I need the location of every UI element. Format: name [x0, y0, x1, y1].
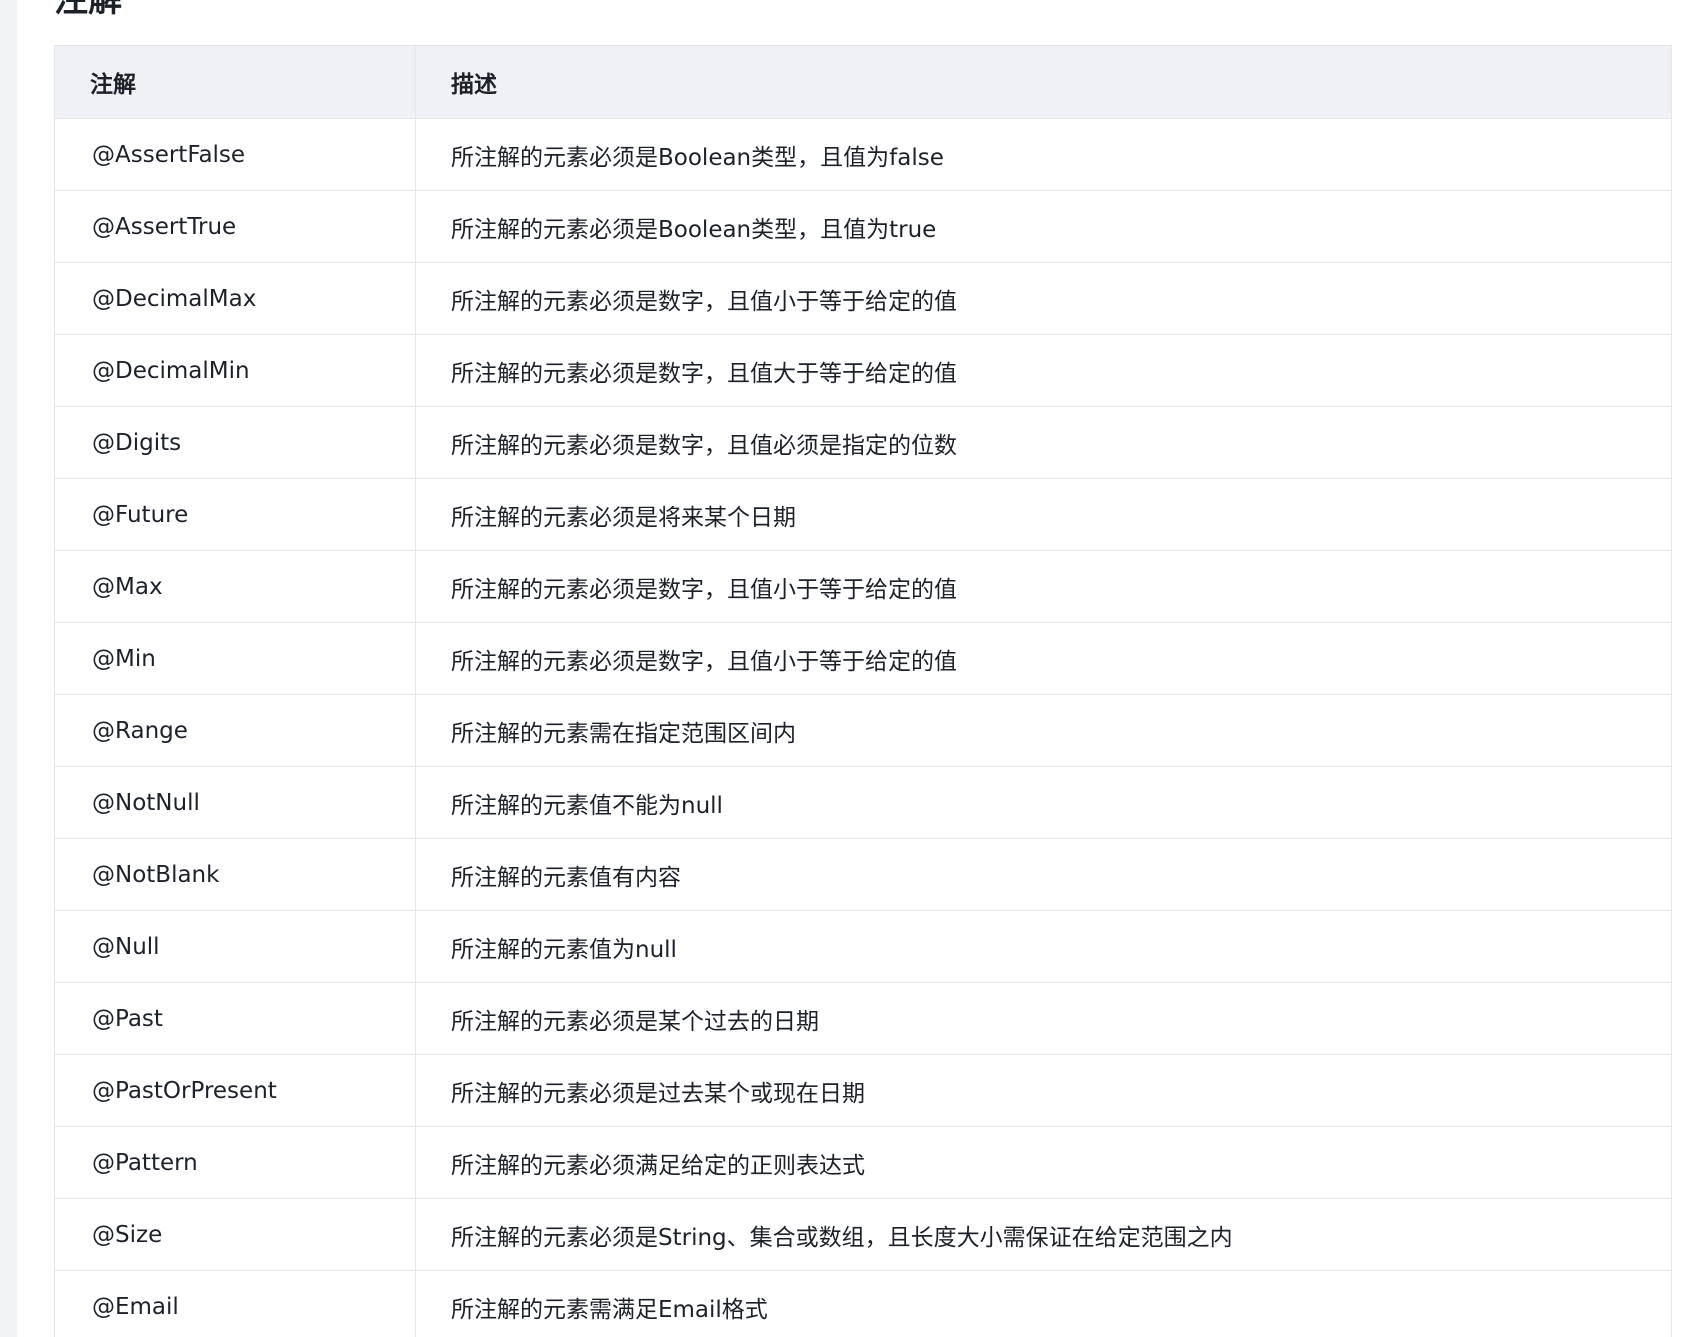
column-header-description: 描述 — [415, 45, 1672, 119]
description-cell: 所注解的元素必须是数字，且值小于等于给定的值 — [415, 550, 1672, 623]
annotation-cell: @DecimalMax — [54, 262, 416, 335]
description-cell: 所注解的元素必须是过去某个或现在日期 — [415, 1054, 1672, 1127]
table-row: @Email 所注解的元素需满足Email格式 — [54, 1270, 1672, 1337]
table-row: @PastOrPresent 所注解的元素必须是过去某个或现在日期 — [54, 1054, 1672, 1127]
annotation-table-container: 注解 描述 @AssertFalse 所注解的元素必须是Boolean类型，且值为… — [54, 45, 1672, 1337]
annotation-cell: @AssertFalse — [54, 118, 416, 191]
table-row: @NotNull 所注解的元素值不能为null — [54, 766, 1672, 839]
description-cell: 所注解的元素必须是数字，且值必须是指定的位数 — [415, 406, 1672, 479]
description-cell: 所注解的元素需满足Email格式 — [415, 1270, 1672, 1337]
description-cell: 所注解的元素必须满足给定的正则表达式 — [415, 1126, 1672, 1199]
table-header-row: 注解 描述 — [54, 45, 1672, 119]
description-cell: 所注解的元素必须是将来某个日期 — [415, 478, 1672, 551]
description-cell: 所注解的元素必须是某个过去的日期 — [415, 982, 1672, 1055]
annotation-cell: @Pattern — [54, 1126, 416, 1199]
column-header-annotation: 注解 — [54, 45, 416, 119]
table-row: @NotBlank 所注解的元素值有内容 — [54, 838, 1672, 911]
table-row: @DecimalMin 所注解的元素必须是数字，且值大于等于给定的值 — [54, 334, 1672, 407]
annotation-cell: @Past — [54, 982, 416, 1055]
annotation-cell: @NotNull — [54, 766, 416, 839]
description-cell: 所注解的元素值有内容 — [415, 838, 1672, 911]
table-row: @Null 所注解的元素值为null — [54, 910, 1672, 983]
annotation-cell: @PastOrPresent — [54, 1054, 416, 1127]
description-cell: 所注解的元素值不能为null — [415, 766, 1672, 839]
annotation-cell: @DecimalMin — [54, 334, 416, 407]
table-row: @Min 所注解的元素必须是数字，且值小于等于给定的值 — [54, 622, 1672, 695]
annotation-cell: @Max — [54, 550, 416, 623]
annotation-cell: @Future — [54, 478, 416, 551]
description-cell: 所注解的元素必须是数字，且值小于等于给定的值 — [415, 262, 1672, 335]
description-cell: 所注解的元素必须是Boolean类型，且值为false — [415, 118, 1672, 191]
annotation-cell: @AssertTrue — [54, 190, 416, 263]
table-row: @Range 所注解的元素需在指定范围区间内 — [54, 694, 1672, 767]
annotation-cell: @Digits — [54, 406, 416, 479]
section-heading: 注解 — [54, 0, 122, 20]
document-page: 注解 注解 描述 @AssertFalse 所注解的元素必须是Boolean类型，… — [17, 0, 1698, 1337]
description-cell: 所注解的元素需在指定范围区间内 — [415, 694, 1672, 767]
table-row: @AssertFalse 所注解的元素必须是Boolean类型，且值为false — [54, 118, 1672, 191]
table-row: @AssertTrue 所注解的元素必须是Boolean类型，且值为true — [54, 190, 1672, 263]
table-row: @Digits 所注解的元素必须是数字，且值必须是指定的位数 — [54, 406, 1672, 479]
annotation-cell: @Range — [54, 694, 416, 767]
description-cell: 所注解的元素必须是数字，且值大于等于给定的值 — [415, 334, 1672, 407]
table-row: @Future 所注解的元素必须是将来某个日期 — [54, 478, 1672, 551]
annotation-cell: @Min — [54, 622, 416, 695]
table-row: @Past 所注解的元素必须是某个过去的日期 — [54, 982, 1672, 1055]
table-row: @DecimalMax 所注解的元素必须是数字，且值小于等于给定的值 — [54, 262, 1672, 335]
annotation-cell: @NotBlank — [54, 838, 416, 911]
annotation-cell: @Size — [54, 1198, 416, 1271]
annotation-table: 注解 描述 @AssertFalse 所注解的元素必须是Boolean类型，且值为… — [54, 45, 1672, 1337]
description-cell: 所注解的元素值为null — [415, 910, 1672, 983]
table-row: @Max 所注解的元素必须是数字，且值小于等于给定的值 — [54, 550, 1672, 623]
annotation-cell: @Email — [54, 1270, 416, 1337]
annotation-cell: @Null — [54, 910, 416, 983]
description-cell: 所注解的元素必须是数字，且值小于等于给定的值 — [415, 622, 1672, 695]
table-row: @Pattern 所注解的元素必须满足给定的正则表达式 — [54, 1126, 1672, 1199]
table-row: @Size 所注解的元素必须是String、集合或数组，且长度大小需保证在给定范围… — [54, 1198, 1672, 1271]
table-header: 注解 描述 — [54, 45, 1672, 119]
description-cell: 所注解的元素必须是Boolean类型，且值为true — [415, 190, 1672, 263]
table-body: @AssertFalse 所注解的元素必须是Boolean类型，且值为false @… — [54, 118, 1672, 1337]
description-cell: 所注解的元素必须是String、集合或数组，且长度大小需保证在给定范围之内 — [415, 1198, 1672, 1271]
